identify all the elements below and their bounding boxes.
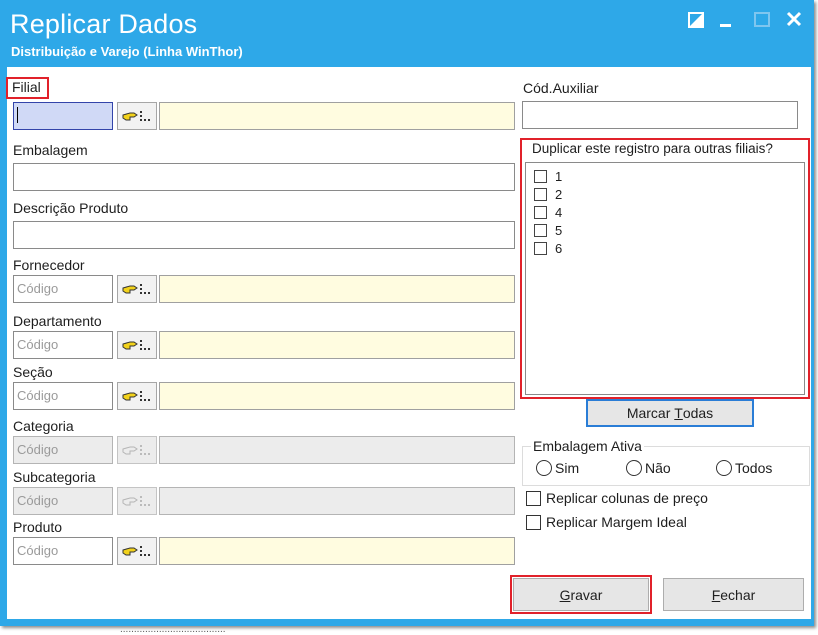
replicar-precos-checkbox[interactable]: Replicar colunas de preço: [526, 490, 708, 506]
filial-lookup-button[interactable]: [117, 102, 157, 130]
window-subtitle: Distribuição e Varejo (Linha WinThor): [11, 44, 243, 59]
text-cursor: [17, 107, 18, 123]
marcar-todas-button[interactable]: Marcar Todas: [586, 399, 754, 427]
cod-auxiliar-input[interactable]: [522, 101, 798, 129]
radio-sim[interactable]: Sim: [536, 460, 579, 476]
window-title: Replicar Dados: [10, 9, 198, 39]
produto-label: Produto: [13, 519, 63, 535]
categoria-code-input[interactable]: Código: [13, 436, 113, 464]
subcategoria-label: Subcategoria: [13, 469, 96, 485]
radio-icon[interactable]: [626, 460, 642, 476]
secao-label: Seção: [13, 364, 53, 380]
hand-pointer-icon: [122, 496, 150, 506]
filial-highlight: [6, 77, 49, 99]
gravar-highlight: [510, 575, 652, 614]
radio-icon[interactable]: [536, 460, 552, 476]
fornecedor-lookup-button[interactable]: [117, 275, 157, 303]
departamento-lookup-button[interactable]: [117, 331, 157, 359]
filial-code-input[interactable]: [13, 102, 113, 130]
subcategoria-code-input[interactable]: Código: [13, 487, 113, 515]
maximize-icon[interactable]: [752, 10, 774, 30]
filial-description-field: [159, 102, 515, 130]
hand-pointer-icon: [122, 111, 150, 121]
fechar-button[interactable]: Fechar: [663, 578, 804, 611]
duplicar-highlight: [520, 138, 810, 399]
produto-code-input[interactable]: Código: [13, 537, 113, 565]
hand-pointer-icon: [122, 445, 150, 455]
hand-pointer-icon: [122, 546, 150, 556]
embalagem-input[interactable]: [13, 163, 515, 191]
departamento-code-input[interactable]: Código: [13, 331, 113, 359]
produto-lookup-button[interactable]: [117, 537, 157, 565]
categoria-lookup-button[interactable]: [117, 436, 157, 464]
descricao-input[interactable]: [13, 221, 515, 249]
checkbox-icon[interactable]: [526, 490, 541, 506]
descricao-label: Descrição Produto: [13, 200, 129, 216]
hand-pointer-icon: [122, 391, 150, 401]
radio-nao[interactable]: Não: [626, 460, 671, 476]
close-icon[interactable]: [784, 10, 806, 30]
produto-description-field: [159, 537, 515, 565]
checkbox-icon[interactable]: [526, 514, 541, 530]
minimize-icon[interactable]: [716, 10, 738, 30]
subcategoria-description-field: [159, 487, 515, 515]
subcategoria-lookup-button[interactable]: [117, 487, 157, 515]
secao-code-input[interactable]: Código: [13, 382, 113, 410]
embalagem-ativa-label: Embalagem Ativa: [531, 438, 644, 454]
secao-description-field: [159, 382, 515, 410]
replicar-margem-checkbox[interactable]: Replicar Margem Ideal: [526, 514, 687, 530]
fornecedor-description-field: [159, 275, 515, 303]
radio-todos[interactable]: Todos: [716, 460, 772, 476]
secao-lookup-button[interactable]: [117, 382, 157, 410]
hand-pointer-icon: [122, 340, 150, 350]
fornecedor-label: Fornecedor: [13, 257, 85, 273]
radio-icon[interactable]: [716, 460, 732, 476]
embalagem-label: Embalagem: [13, 142, 88, 158]
categoria-description-field: [159, 436, 515, 464]
fornecedor-code-input[interactable]: Código: [13, 275, 113, 303]
categoria-label: Categoria: [13, 418, 74, 434]
hand-pointer-icon: [122, 284, 150, 294]
departamento-description-field: [159, 331, 515, 359]
cod-auxiliar-label: Cód.Auxiliar: [523, 80, 599, 96]
restore-layout-icon[interactable]: [686, 10, 708, 30]
departamento-label: Departamento: [13, 313, 102, 329]
